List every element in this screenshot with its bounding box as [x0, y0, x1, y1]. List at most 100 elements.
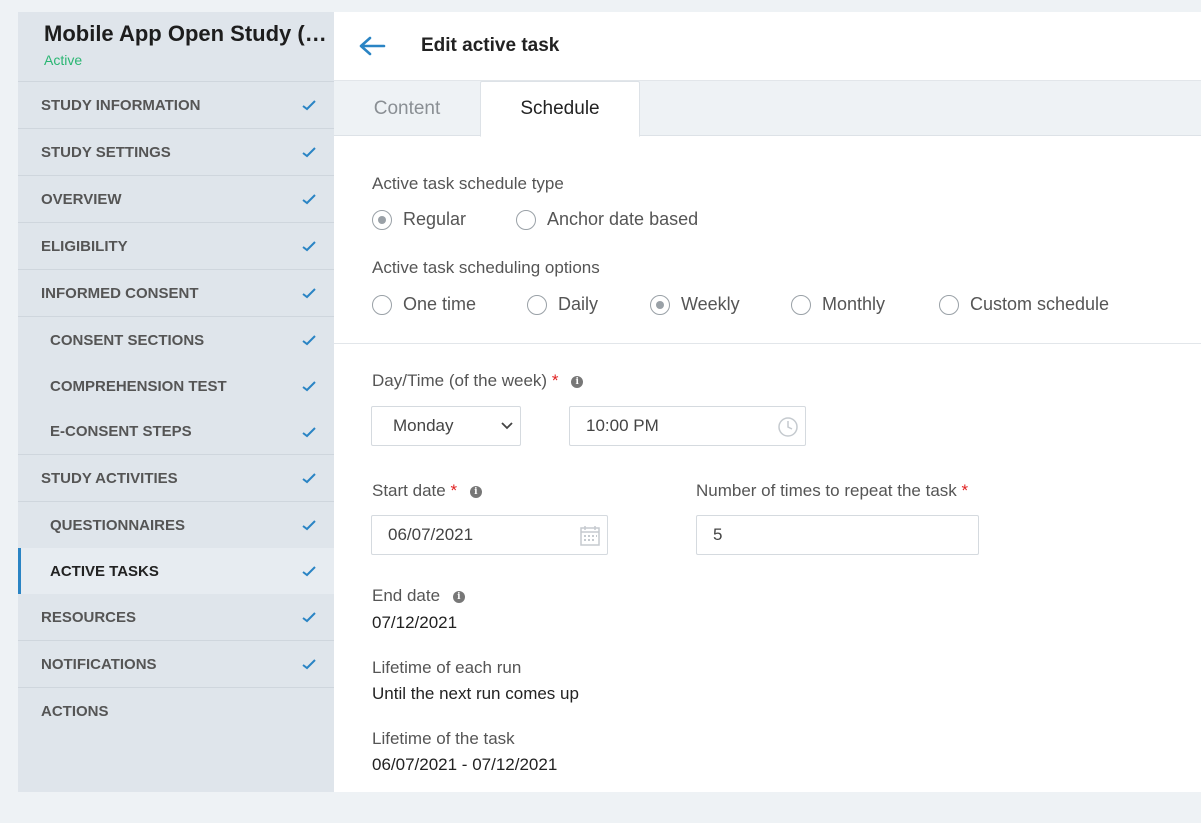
time-input-value: 10:00 PM: [586, 416, 659, 435]
sidebar-item-label: INFORMED CONSENT: [41, 284, 199, 302]
sidebar-item-active-tasks[interactable]: ACTIVE TASKS: [18, 548, 334, 594]
checkmark-icon: [302, 241, 316, 252]
checkmark-icon: [302, 566, 316, 577]
checkmark-icon: [302, 288, 316, 299]
radio-label: Monthly: [822, 294, 886, 314]
sidebar-item-label: CONSENT SECTIONS: [50, 331, 205, 349]
schedule-type-label: Active task schedule type: [372, 174, 564, 193]
sidebar-item-label: NOTIFICATIONS: [41, 655, 157, 673]
radio-label: Custom schedule: [970, 294, 1110, 314]
required-mark: *: [961, 481, 969, 500]
sidebar-item-label: ACTIVE TASKS: [50, 562, 159, 580]
page-title: Edit active task: [421, 35, 560, 56]
calendar-icon[interactable]: [579, 525, 601, 547]
checkmark-icon: [302, 194, 316, 205]
end-date-label: End date i: [372, 586, 465, 606]
sidebar-item-label: OVERVIEW: [41, 190, 122, 208]
study-header: Mobile App Open Study (O... Active: [18, 12, 334, 82]
radio-circle-selected: [372, 209, 392, 230]
study-status: Active: [44, 52, 83, 68]
radio-label: Daily: [558, 294, 599, 314]
lifetime-task-value: 06/07/2021 - 07/12/2021: [372, 755, 558, 774]
sidebar-item-label: COMPREHENSION TEST: [50, 377, 227, 395]
repeat-count-value: 5: [713, 525, 723, 544]
checkmark-icon: [302, 100, 316, 111]
sidebar: Mobile App Open Study (O... Active STUDY…: [18, 12, 334, 792]
sidebar-item-study-information[interactable]: STUDY INFORMATION: [18, 82, 334, 129]
sidebar-item-resources[interactable]: RESOURCES: [18, 594, 334, 641]
radio-label: Regular: [403, 209, 467, 229]
checkmark-icon: [302, 147, 316, 158]
sidebar-item-questionnaires[interactable]: QUESTIONNAIRES: [18, 502, 334, 548]
tab-bar: Content Schedule: [334, 81, 1201, 137]
checkmark-icon: [302, 520, 316, 531]
radio-monthly[interactable]: Monthly: [791, 294, 885, 315]
day-select-value: Monday: [393, 416, 454, 435]
sidebar-item-study-settings[interactable]: STUDY SETTINGS: [18, 129, 334, 176]
sidebar-item-label: ELIGIBILITY: [41, 237, 128, 255]
scheduling-options-label: Active task scheduling options: [372, 258, 600, 277]
radio-circle: [939, 294, 959, 315]
end-date-label-text: End date: [372, 586, 441, 605]
repeat-count-input[interactable]: 5: [696, 515, 979, 555]
sidebar-item-notifications[interactable]: NOTIFICATIONS: [18, 641, 334, 688]
tab-schedule[interactable]: Schedule: [480, 81, 640, 137]
radio-regular[interactable]: Regular: [372, 209, 466, 230]
sidebar-item-actions[interactable]: ACTIONS: [18, 688, 334, 735]
radio-one-time[interactable]: One time: [372, 294, 476, 315]
checkmark-icon: [302, 335, 316, 346]
clock-icon[interactable]: [777, 416, 799, 438]
sidebar-item-consent-sections[interactable]: CONSENT SECTIONS: [18, 317, 334, 363]
required-mark: *: [450, 481, 458, 500]
tab-content[interactable]: Content: [334, 81, 480, 136]
start-date-input[interactable]: 06/07/2021: [371, 515, 608, 555]
daytime-label-text: Day/Time (of the week): [372, 371, 548, 390]
radio-anchor-date[interactable]: Anchor date based: [516, 209, 698, 230]
lifetime-run-value: Until the next run comes up: [372, 684, 579, 703]
repeat-label: Number of times to repeat the task *: [696, 481, 968, 501]
start-date-label: Start date * i: [372, 481, 482, 501]
repeat-label-text: Number of times to repeat the task: [696, 481, 957, 500]
radio-weekly[interactable]: Weekly: [650, 294, 740, 315]
info-icon[interactable]: i: [469, 486, 482, 498]
lifetime-run-label: Lifetime of each run: [372, 658, 522, 677]
sidebar-item-label: STUDY INFORMATION: [41, 96, 201, 114]
sidebar-item-study-activities[interactable]: STUDY ACTIVITIES: [18, 455, 334, 502]
sidebar-item-label: QUESTIONNAIRES: [50, 516, 186, 534]
chevron-down-icon: [501, 422, 513, 430]
info-icon[interactable]: i: [571, 376, 584, 388]
sidebar-item-informed-consent[interactable]: INFORMED CONSENT: [18, 270, 334, 317]
sidebar-item-label: STUDY ACTIVITIES: [41, 469, 178, 487]
sidebar-item-comprehension-test[interactable]: COMPREHENSION TEST: [18, 363, 334, 409]
end-date-value: 07/12/2021: [372, 613, 458, 632]
checkmark-icon: [302, 426, 316, 437]
radio-circle: [527, 294, 547, 315]
sidebar-item-overview[interactable]: OVERVIEW: [18, 176, 334, 223]
back-arrow-icon[interactable]: [357, 34, 387, 58]
required-mark: *: [551, 371, 559, 390]
info-icon[interactable]: i: [452, 591, 465, 603]
checkmark-icon: [302, 381, 316, 392]
radio-custom-schedule[interactable]: Custom schedule: [939, 294, 1109, 315]
study-title: Mobile App Open Study (O...: [44, 21, 334, 46]
time-input[interactable]: 10:00 PM: [569, 406, 806, 446]
daytime-label: Day/Time (of the week) * i: [372, 371, 584, 391]
checkmark-icon: [302, 659, 316, 670]
radio-daily[interactable]: Daily: [527, 294, 598, 315]
radio-label: Anchor date based: [547, 209, 699, 229]
lifetime-task-label: Lifetime of the task: [372, 729, 515, 748]
day-select[interactable]: Monday: [371, 406, 521, 446]
start-date-value: 06/07/2021: [388, 525, 474, 544]
sidebar-item-label: STUDY SETTINGS: [41, 143, 171, 161]
divider: [334, 343, 1201, 344]
sidebar-item-eligibility[interactable]: ELIGIBILITY: [18, 223, 334, 270]
sidebar-item-label: ACTIONS: [41, 703, 109, 720]
checkmark-icon: [302, 612, 316, 623]
sidebar-item-e-consent-steps[interactable]: E-CONSENT STEPS: [18, 409, 334, 455]
main-panel: Edit active task Content Schedule Active…: [334, 12, 1201, 792]
radio-label: Weekly: [681, 294, 740, 314]
sidebar-nav: STUDY INFORMATION STUDY SETTINGS OVERVIEW E…: [18, 82, 334, 735]
radio-circle: [372, 294, 392, 315]
page-header: Edit active task: [334, 12, 1201, 81]
sidebar-item-label: RESOURCES: [41, 608, 137, 626]
